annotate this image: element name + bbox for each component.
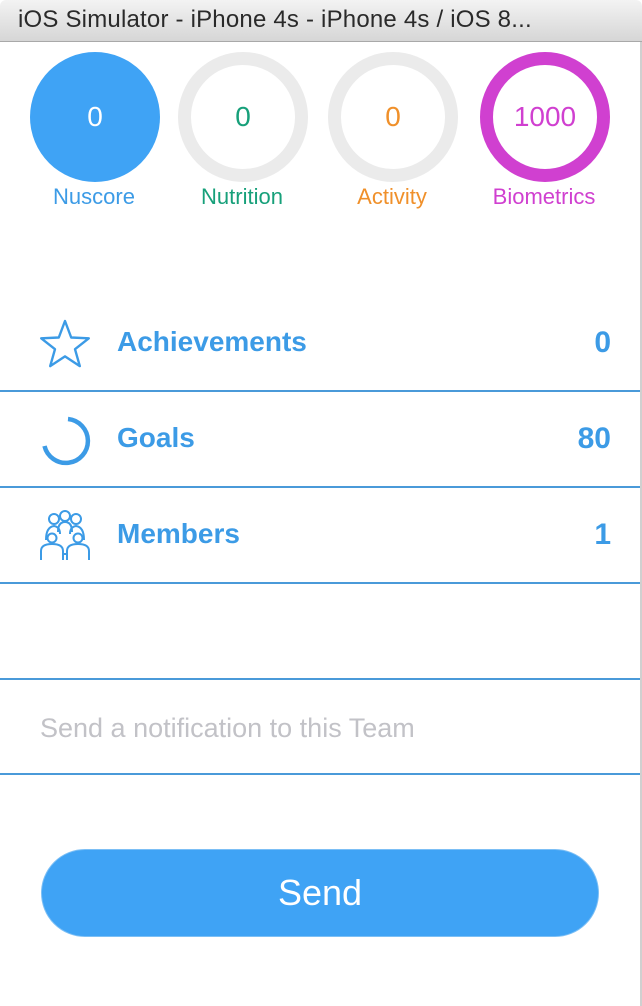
send-button[interactable]: Send: [41, 849, 599, 937]
nutrition-ring: 0: [178, 52, 308, 182]
window-title: iOS Simulator - iPhone 4s - iPhone 4s / …: [18, 6, 532, 33]
members-label: Members: [117, 518, 240, 549]
metric-nuscore[interactable]: 0 Nuscore: [19, 52, 169, 222]
row-members[interactable]: Members 1: [0, 488, 640, 584]
achievements-label: Achievements: [117, 326, 307, 357]
notification-bottom-border: [0, 773, 640, 775]
nutrition-value: 0: [235, 101, 251, 132]
metric-biometrics[interactable]: 1000 Biometrics: [469, 52, 619, 222]
metric-activity[interactable]: 0 Activity: [317, 52, 467, 222]
achievements-count: 0: [594, 326, 611, 359]
activity-value: 0: [385, 101, 401, 132]
activity-label: Activity: [357, 184, 427, 209]
star-icon: [38, 318, 92, 370]
row-goals[interactable]: Goals 80: [0, 392, 640, 488]
biometrics-value: 1000: [513, 101, 577, 132]
notification-top-border: [0, 678, 640, 680]
nuscore-circle: 0: [30, 52, 160, 182]
row-achievements[interactable]: Achievements 0: [0, 296, 640, 392]
biometrics-ring: 1000: [480, 52, 610, 182]
members-count: 1: [594, 518, 611, 551]
biometrics-label: Biometrics: [492, 184, 596, 209]
simulator-titlebar[interactable]: iOS Simulator - iPhone 4s - iPhone 4s / …: [0, 0, 642, 42]
nutrition-label: Nutrition: [201, 184, 283, 209]
progress-arc-icon: [38, 414, 92, 466]
metric-nutrition[interactable]: 0 Nutrition: [167, 52, 317, 222]
goals-count: 80: [577, 422, 611, 455]
nuscore-value: 0: [87, 101, 103, 132]
team-members-icon: [38, 510, 92, 562]
goals-label: Goals: [117, 422, 195, 453]
notification-input[interactable]: [40, 708, 600, 748]
activity-ring: 0: [328, 52, 458, 182]
nuscore-label: Nuscore: [53, 184, 135, 209]
